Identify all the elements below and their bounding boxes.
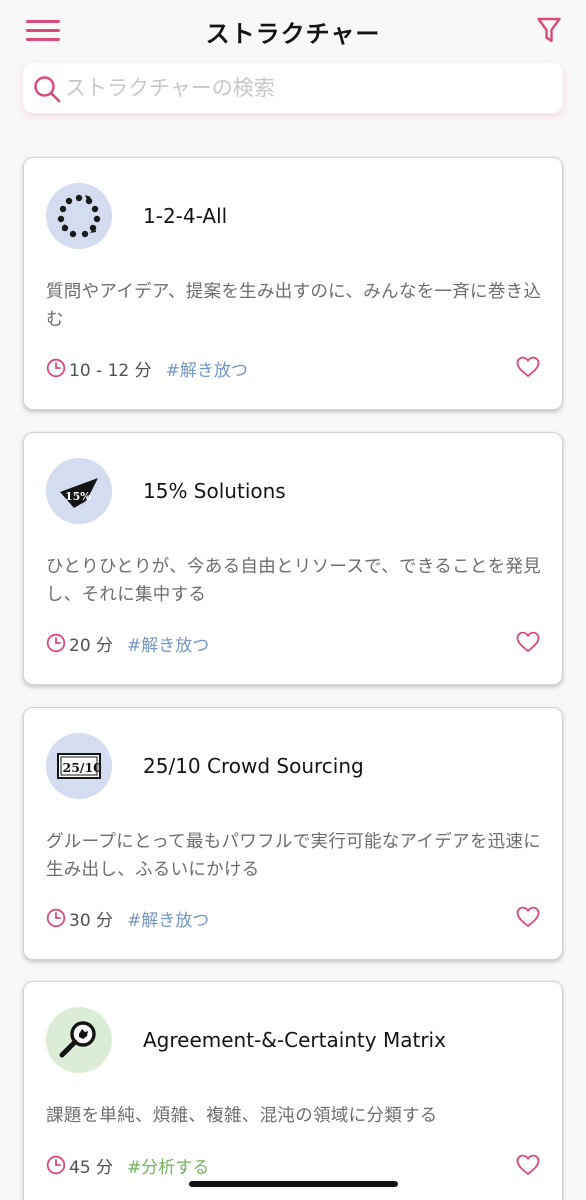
duration-label: 30 分 — [69, 910, 114, 931]
card-meta: 30 分 #解き放つ — [46, 905, 209, 931]
card-title: 1-2-4-All — [143, 204, 228, 228]
page-title: ストラクチャー — [205, 20, 381, 48]
structure-card-15-solutions[interactable]: 15% 15% Solutions ひとりひとりが、今ある自由とリソースで、でき… — [23, 432, 563, 685]
clock-icon — [46, 358, 66, 378]
category-tag[interactable]: #解き放つ — [127, 906, 209, 931]
duration-label: 20 分 — [69, 635, 114, 656]
favorite-heart-icon[interactable] — [516, 906, 540, 928]
structure-card-25-10-crowd-sourcing[interactable]: 25/10 25/10 Crowd Sourcing グループにとって最もパワフ… — [23, 707, 563, 960]
card-meta: 10 - 12 分 #解き放つ — [46, 355, 248, 381]
svg-text:15%: 15% — [65, 490, 91, 503]
structure-card-agreement-certainty-matrix[interactable]: Agreement-&-Certainty Matrix 課題を単純、煩雑、複雑… — [23, 981, 563, 1200]
category-tag[interactable]: #解き放つ — [166, 356, 248, 381]
duration-label: 10 - 12 分 — [69, 360, 152, 381]
filter-funnel-icon[interactable] — [536, 16, 562, 44]
favorite-heart-icon[interactable] — [516, 1154, 540, 1176]
card-description: グループにとって最もパワフルで実行可能なアイデアを迅速に生み出し、ふるいにかける — [46, 832, 542, 880]
15-percent-pennant-icon: 15% — [46, 458, 112, 524]
home-indicator[interactable] — [189, 1181, 398, 1187]
card-title: 15% Solutions — [143, 479, 286, 503]
structures-screen: ストラクチャー ストラクチャーの検索 1-2-4-All 質問やアイデア、提案を… — [0, 0, 586, 1200]
clock-icon — [46, 1155, 66, 1175]
card-description: 質問やアイデア、提案を生み出すのに、みんなを一斉に巻き込む — [46, 282, 542, 330]
clock-icon — [46, 908, 66, 928]
search-bar[interactable] — [23, 63, 563, 113]
25-10-scorecard-icon: 25/10 — [46, 733, 112, 799]
card-description: 課題を単純、煩雑、複雑、混沌の領域に分類する — [46, 1106, 438, 1126]
svg-text:25/10: 25/10 — [63, 760, 103, 775]
favorite-heart-icon[interactable] — [516, 356, 540, 378]
favorite-heart-icon[interactable] — [516, 631, 540, 653]
card-meta: 45 分 #分析する — [46, 1152, 209, 1178]
clock-icon — [46, 633, 66, 653]
card-title: Agreement-&-Certainty Matrix — [143, 1028, 446, 1052]
magnifier-matrix-icon — [46, 1007, 112, 1073]
search-icon — [34, 76, 61, 103]
duration-label: 45 分 — [69, 1157, 114, 1178]
structure-card-1-2-4-all[interactable]: 1-2-4-All 質問やアイデア、提案を生み出すのに、みんなを一斉に巻き込む … — [23, 157, 563, 410]
card-meta: 20 分 #解き放つ — [46, 630, 209, 656]
category-tag[interactable]: #分析する — [127, 1153, 209, 1178]
circle-of-people-icon — [46, 183, 112, 249]
app-header: ストラクチャー — [0, 0, 586, 62]
card-description: ひとりひとりが、今ある自由とリソースで、できることを発見し、それに集中する — [46, 557, 542, 605]
card-title: 25/10 Crowd Sourcing — [143, 754, 364, 778]
search-input[interactable] — [65, 69, 545, 107]
category-tag[interactable]: #解き放つ — [127, 631, 209, 656]
